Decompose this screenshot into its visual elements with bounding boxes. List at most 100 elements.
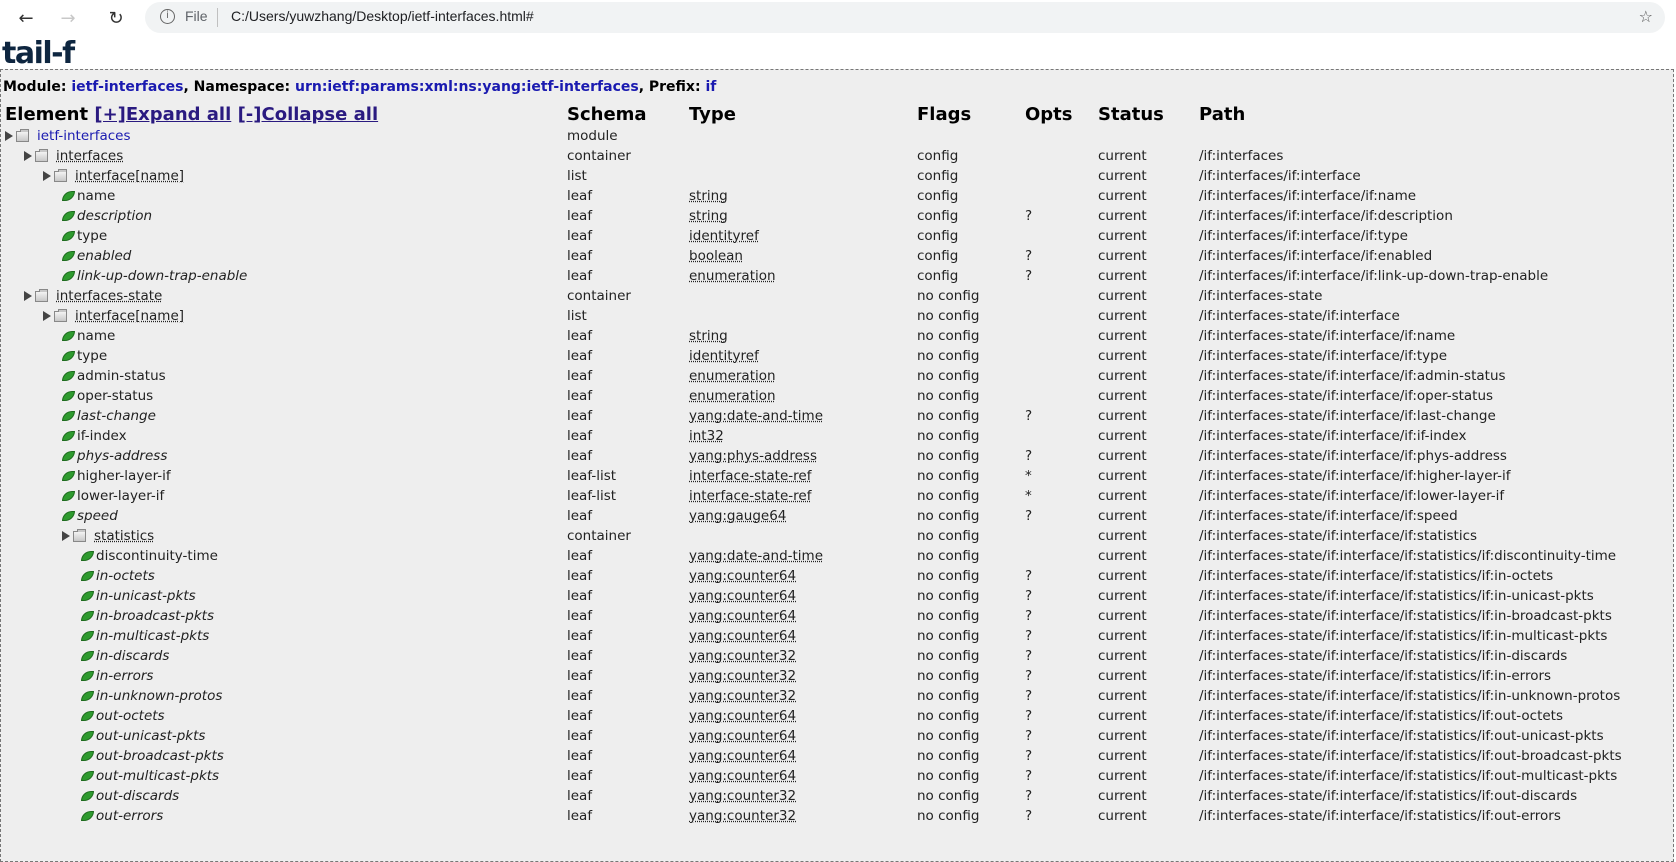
table-row: description leaf string config? current/if:i…: [1, 207, 1671, 227]
schema-cell: leaf: [567, 788, 593, 804]
type-cell[interactable]: string: [689, 328, 728, 344]
flags-cell: no config: [917, 328, 980, 344]
type-cell[interactable]: yang:counter64: [689, 768, 796, 784]
type-cell[interactable]: string: [689, 208, 728, 224]
type-cell[interactable]: identityref: [689, 348, 759, 364]
schema-cell: leaf: [567, 728, 593, 744]
flags-cell: no config: [917, 388, 980, 404]
flags-cell: config: [917, 188, 959, 204]
flags-cell: config: [917, 228, 959, 244]
type-cell[interactable]: yang:date-and-time: [689, 548, 823, 564]
type-cell[interactable]: enumeration: [689, 388, 776, 404]
element-name[interactable]: ietf-interfaces: [37, 128, 130, 144]
status-cell: current: [1098, 788, 1147, 804]
element-cell: discontinuity-time: [81, 548, 218, 564]
schema-cell: leaf: [567, 268, 593, 284]
type-cell[interactable]: yang:counter32: [689, 808, 796, 824]
forward-arrow-icon[interactable]: →: [54, 4, 82, 32]
table-row: higher-layer-if leaf-list interface-state-…: [1, 467, 1671, 487]
header-element-label: Element: [5, 104, 89, 125]
opts-cell: ?: [1025, 568, 1033, 584]
type-cell[interactable]: boolean: [689, 248, 743, 264]
leaf-icon: [81, 571, 94, 581]
table-row: discontinuity-time leaf yang:date-and-time…: [1, 547, 1671, 567]
type-cell[interactable]: yang:counter64: [689, 708, 796, 724]
leaf-icon: [81, 691, 94, 701]
type-cell[interactable]: yang:counter64: [689, 608, 796, 624]
type-cell[interactable]: string: [689, 188, 728, 204]
path-cell: /if:interfaces-state/if:interface/if:nam…: [1199, 328, 1456, 344]
element-name[interactable]: statistics: [94, 528, 154, 544]
type-cell[interactable]: yang:counter64: [689, 728, 796, 744]
element-name[interactable]: interfaces: [56, 148, 123, 164]
table-row: in-errors leaf yang:counter32 no config? cur…: [1, 667, 1671, 687]
folder-icon: [73, 528, 86, 542]
schema-cell: leaf: [567, 328, 593, 344]
info-icon[interactable]: i: [160, 9, 175, 24]
type-cell[interactable]: yang:date-and-time: [689, 408, 823, 424]
leaf-icon: [81, 591, 94, 601]
type-cell[interactable]: yang:counter64: [689, 588, 796, 604]
schema-cell: leaf: [567, 388, 593, 404]
type-cell[interactable]: yang:counter64: [689, 748, 796, 764]
type-cell[interactable]: enumeration: [689, 268, 776, 284]
type-cell[interactable]: yang:counter32: [689, 688, 796, 704]
path-cell: /if:interfaces-state/if:interface/if:sta…: [1199, 788, 1578, 804]
type-cell[interactable]: interface-state-ref: [689, 488, 811, 504]
collapse-all-link[interactable]: [-]Collapse all: [238, 104, 379, 125]
flags-cell: no config: [917, 548, 980, 564]
expand-triangle-icon[interactable]: [24, 291, 32, 301]
type-cell[interactable]: yang:counter64: [689, 628, 796, 644]
header-type: Type: [689, 104, 736, 125]
type-cell[interactable]: identityref: [689, 228, 759, 244]
element-name[interactable]: interface[name]: [75, 308, 184, 324]
status-cell: current: [1098, 308, 1147, 324]
schema-cell: leaf: [567, 548, 593, 564]
type-cell[interactable]: int32: [689, 428, 724, 444]
bookmark-star-icon[interactable]: ☆: [1639, 7, 1653, 26]
type-cell[interactable]: enumeration: [689, 368, 776, 384]
leaf-icon: [62, 391, 75, 401]
path-cell: /if:interfaces-state/if:interface/if:sta…: [1199, 668, 1552, 684]
schema-cell: list: [567, 168, 587, 184]
type-cell[interactable]: yang:counter32: [689, 648, 796, 664]
expand-triangle-icon[interactable]: [24, 151, 32, 161]
expand-triangle-icon[interactable]: [62, 531, 70, 541]
status-cell: current: [1098, 168, 1147, 184]
element-cell: type: [62, 348, 107, 364]
type-cell[interactable]: yang:counter32: [689, 788, 796, 804]
path-cell: /if:interfaces/if:interface/if:type: [1199, 228, 1408, 244]
element-name: speed: [77, 508, 118, 524]
table-row: speed leaf yang:gauge64 no config? current/i…: [1, 507, 1671, 527]
element-name[interactable]: interface[name]: [75, 168, 184, 184]
expand-triangle-icon[interactable]: [5, 131, 13, 141]
status-cell: current: [1098, 148, 1147, 164]
type-cell[interactable]: interface-state-ref: [689, 468, 811, 484]
element-name[interactable]: interfaces-state: [56, 288, 162, 304]
expand-triangle-icon[interactable]: [43, 311, 51, 321]
type-cell[interactable]: yang:counter64: [689, 568, 796, 584]
back-arrow-icon[interactable]: ←: [12, 4, 40, 32]
type-cell[interactable]: yang:phys-address: [689, 448, 817, 464]
flags-cell: no config: [917, 628, 980, 644]
type-cell[interactable]: yang:counter32: [689, 668, 796, 684]
expand-triangle-icon[interactable]: [43, 171, 51, 181]
path-cell: /if:interfaces-state/if:interface/if:sta…: [1199, 688, 1621, 704]
type-cell[interactable]: yang:gauge64: [689, 508, 786, 524]
path-cell: /if:interfaces-state/if:interface/if:sta…: [1199, 728, 1604, 744]
element-cell: higher-layer-if: [62, 468, 171, 484]
element-cell: in-discards: [81, 648, 169, 664]
leaf-icon: [62, 251, 75, 261]
status-cell: current: [1098, 288, 1147, 304]
path-cell: /if:interfaces-state/if:interface/if:sta…: [1199, 808, 1561, 824]
leaf-icon: [81, 631, 94, 641]
element-cell: out-unicast-pkts: [81, 728, 205, 744]
element-cell: interface[name]: [43, 168, 184, 184]
url-text[interactable]: C:/Users/yuwzhang/Desktop/ietf-interface…: [231, 8, 534, 24]
reload-icon[interactable]: ↻: [102, 4, 130, 32]
expand-all-link[interactable]: [+]Expand all: [94, 104, 231, 125]
table-row: statistics container no config current/if:i…: [1, 527, 1671, 547]
path-cell: /if:interfaces-state/if:interface/if:sta…: [1199, 528, 1478, 544]
header-flags: Flags: [917, 104, 972, 125]
address-bar[interactable]: i File C:/Users/yuwzhang/Desktop/ietf-in…: [145, 2, 1665, 33]
